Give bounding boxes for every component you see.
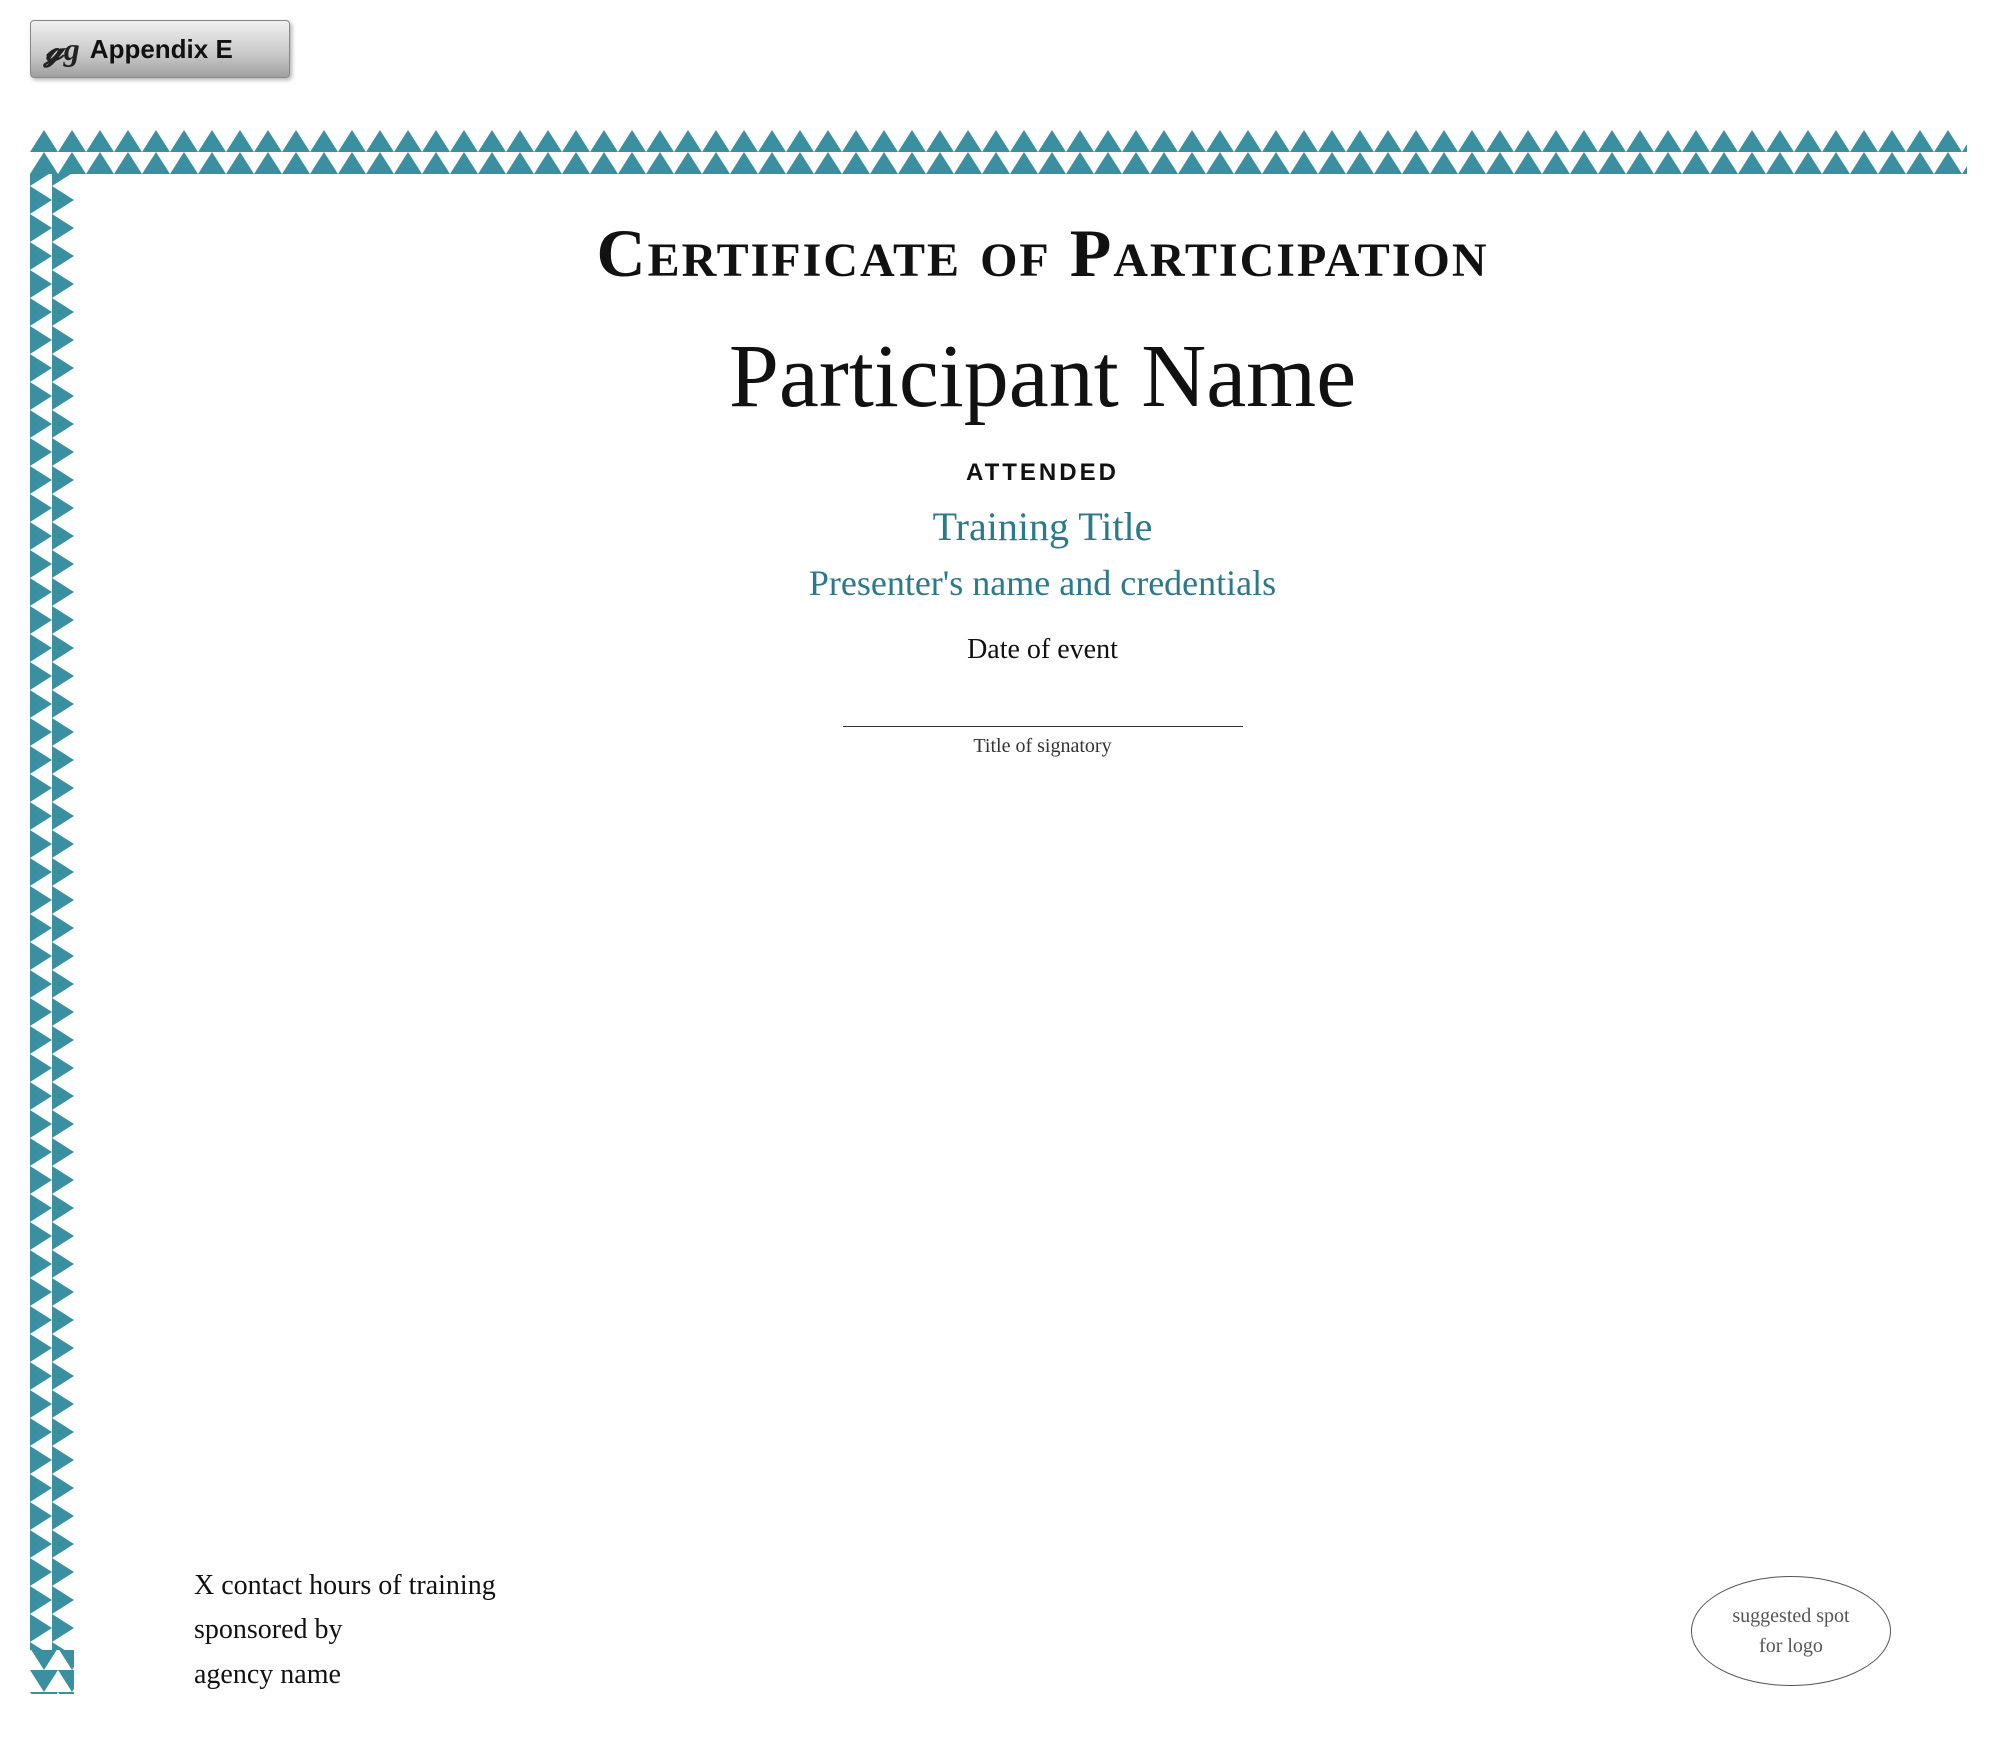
appendix-header-tab: 𝓰g Appendix E [30, 20, 290, 78]
logo-spot: suggested spot for logo [1691, 1576, 1891, 1686]
contact-hours-text: X contact hours of training sponsored by… [194, 1564, 496, 1698]
bottom-section: X contact hours of training sponsored by… [154, 1564, 1931, 1698]
certificate-title: Certificate of Participation [596, 214, 1488, 293]
logo-spot-text: suggested spot for logo [1732, 1601, 1849, 1661]
attended-label: ATTENDED [966, 459, 1119, 487]
date-of-event: Date of event [967, 634, 1118, 666]
certificate-wrapper: Certificate of Participation Participant… [30, 130, 1967, 1694]
header-icon: 𝓰g [45, 33, 80, 65]
signature-label: Title of signatory [973, 735, 1111, 758]
certificate-outer: Certificate of Participation Participant… [30, 130, 1967, 1694]
signature-line [843, 726, 1243, 727]
appendix-title: Appendix E [90, 34, 233, 65]
signature-section: Title of signatory [843, 726, 1243, 758]
participant-name: Participant Name [729, 323, 1356, 431]
certificate-content: Certificate of Participation Participant… [74, 174, 1997, 1738]
training-title: Training Title [933, 503, 1153, 550]
presenter-credentials: Presenter's name and credentials [809, 562, 1276, 604]
